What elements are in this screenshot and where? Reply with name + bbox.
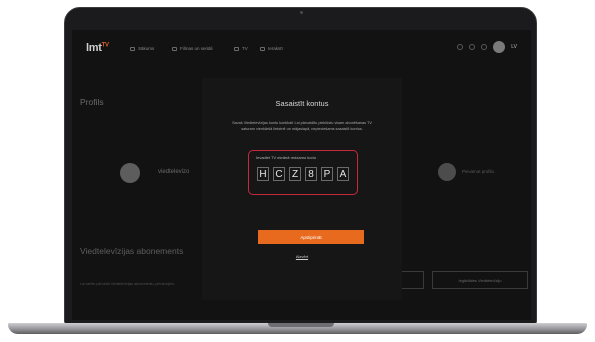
code-char-input[interactable]: A bbox=[337, 167, 349, 181]
confirm-button[interactable]: Apstiprināt bbox=[258, 230, 364, 244]
user-initials[interactable]: LV bbox=[511, 44, 517, 50]
record-icon bbox=[260, 46, 265, 51]
nav-item-films[interactable]: Filmas un seriāli bbox=[172, 46, 213, 51]
app-screen: lmtTV Sākums Filmas un seriāli TV Ieraks… bbox=[72, 30, 531, 320]
code-char-input[interactable]: P bbox=[321, 167, 333, 181]
add-profile-label: Pievienot profilu bbox=[462, 169, 495, 174]
code-input-group: H C Z 8 P A bbox=[257, 167, 349, 181]
code-char-input[interactable]: Z bbox=[289, 167, 301, 181]
profile-avatar[interactable] bbox=[120, 163, 140, 183]
lmt-logo[interactable]: lmtTV bbox=[86, 42, 109, 54]
code-char-input[interactable]: C bbox=[273, 167, 285, 181]
code-label: Ievadiet TV ekrānā redzamo kodu bbox=[256, 155, 316, 160]
profile-name: viedtelevizo bbox=[158, 169, 190, 175]
profiles-heading: Profils bbox=[80, 97, 104, 107]
modal-description: Savaš Viedtelevīzijas kontu kontikat! La… bbox=[232, 121, 372, 131]
film-icon bbox=[172, 46, 177, 51]
code-char-input[interactable]: 8 bbox=[305, 167, 317, 181]
subscription-heading: Viedtelevīzijas abonements bbox=[80, 246, 184, 256]
camera bbox=[300, 11, 303, 14]
tv-icon bbox=[234, 46, 239, 51]
home-icon bbox=[130, 46, 135, 51]
settings-icon[interactable] bbox=[481, 44, 488, 50]
avatar[interactable] bbox=[493, 41, 506, 53]
buy-smarttv-button[interactable]: Iegādāties Viedtelevīziju bbox=[432, 271, 528, 289]
add-profile-avatar[interactable] bbox=[438, 163, 456, 181]
cast-icon[interactable] bbox=[469, 44, 476, 50]
link-accounts-modal: Sasaistīt kontus Savaš Viedtelevīzijas k… bbox=[202, 78, 402, 300]
close-link[interactable]: Aizvērt bbox=[202, 254, 402, 259]
code-char-input[interactable]: H bbox=[257, 167, 269, 181]
nav-item-home[interactable]: Sākums bbox=[130, 46, 154, 51]
search-icon[interactable] bbox=[457, 44, 464, 50]
nav-item-recordings[interactable]: Ierakstī bbox=[260, 46, 283, 51]
header-actions: LV bbox=[457, 41, 517, 53]
laptop-notch bbox=[268, 323, 334, 327]
nav-item-tv[interactable]: TV bbox=[234, 46, 248, 51]
top-bar: lmtTV Sākums Filmas un seriāli TV Ieraks… bbox=[72, 30, 531, 66]
subscription-text: Lai varētu pārvaldīt Viedtelevīzijas abo… bbox=[80, 282, 175, 286]
modal-title: Sasaistīt kontus bbox=[275, 99, 329, 108]
